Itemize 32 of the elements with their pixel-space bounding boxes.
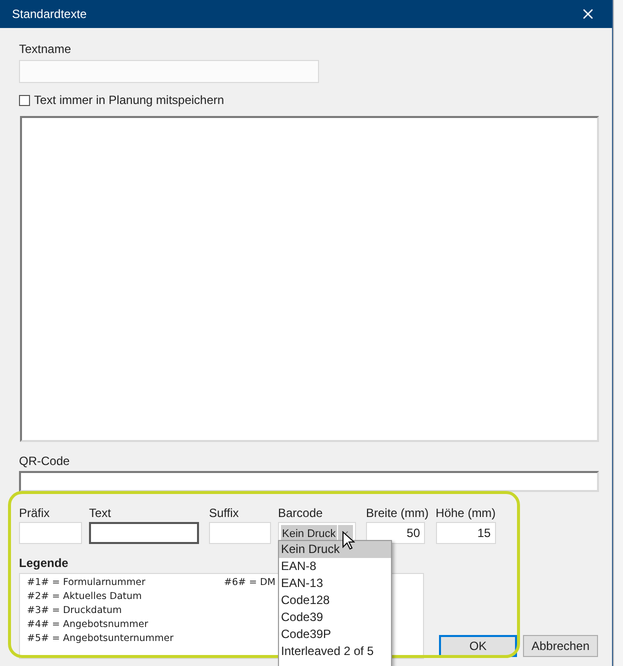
cancel-button[interactable]: Abbrechen: [523, 635, 598, 657]
legend-item: #2# = Aktuelles Datum: [27, 590, 142, 604]
legend-item: #5# = Angebotsunternummer: [27, 632, 174, 646]
field-label: Suffix: [209, 506, 240, 520]
dropdown-option[interactable]: EAN-13: [279, 575, 391, 592]
legend-item: #1# = Formularnummer: [27, 576, 146, 590]
field-label: Text: [89, 506, 112, 520]
field-label: QR-Code: [19, 454, 71, 468]
checkbox[interactable]: [19, 94, 30, 106]
dropdown-option[interactable]: Code128: [279, 592, 391, 609]
legend-title: Legende: [19, 556, 68, 570]
legend-item: #6# = DM: [224, 576, 276, 590]
legend-item: #3# = Druckdatum: [27, 604, 122, 618]
textname-field[interactable]: [19, 60, 319, 83]
field-label: Barcode: [278, 506, 324, 520]
field-label: Breite (mm): [366, 506, 429, 520]
dropdown-option[interactable]: Code39: [279, 609, 391, 626]
window-title: Standardtexte: [12, 6, 87, 23]
qr-code-field[interactable]: [19, 471, 599, 492]
checkbox-label: Text immer in Planung mitspeichern: [34, 92, 224, 109]
dropdown-option[interactable]: Interleaved 2 of 5: [279, 643, 391, 660]
legend-item: #4# = Angebotsnummer: [27, 618, 148, 632]
field-label: Textname: [19, 42, 72, 56]
number-field[interactable]: 15: [436, 522, 496, 544]
field-label: Präfix: [19, 506, 51, 520]
dropdown-option[interactable]: EAN-8: [279, 558, 391, 575]
number-field[interactable]: 50: [366, 522, 425, 544]
dropdown-option[interactable]: Code39P: [279, 626, 391, 643]
ok-button[interactable]: OK: [439, 635, 517, 657]
dropdown-option[interactable]: Kein Druck: [279, 541, 391, 558]
input-field[interactable]: [89, 522, 199, 544]
field-label: Höhe (mm): [436, 506, 496, 520]
